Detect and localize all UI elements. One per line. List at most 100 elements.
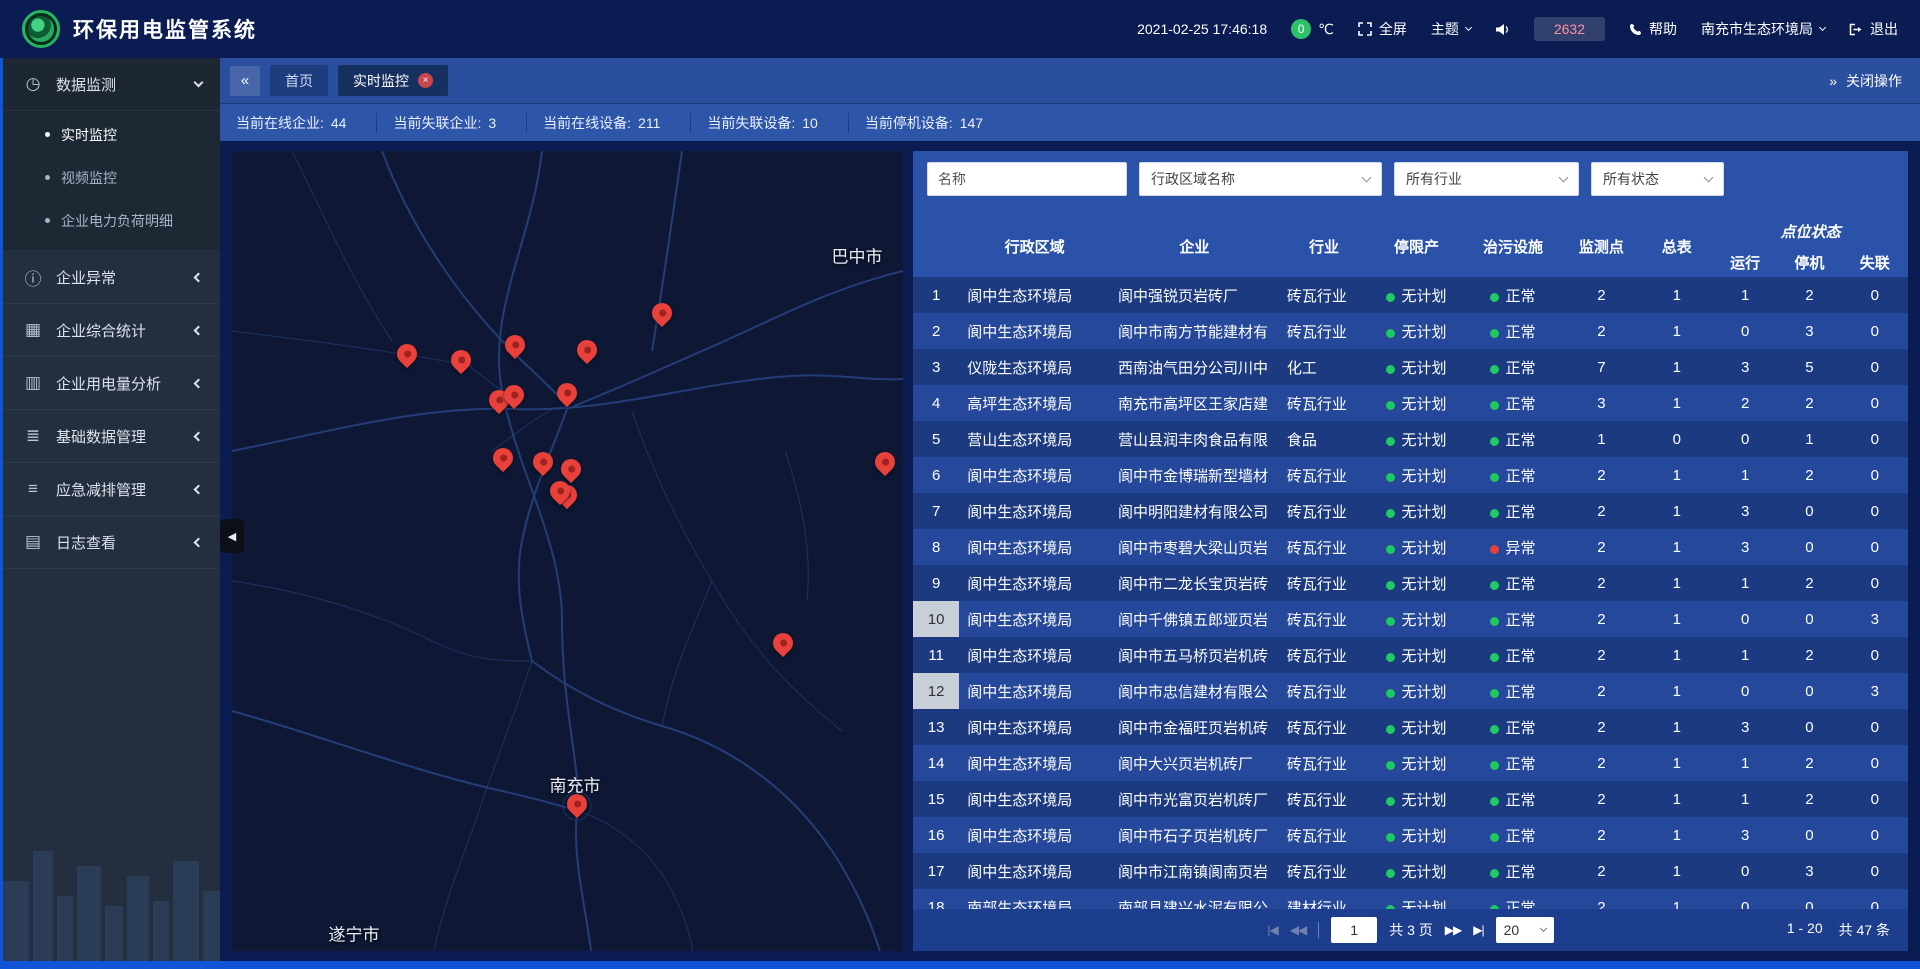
table-row[interactable]: 15阆中生态环境局阆中市光富页岩机砖厂砖瓦行业无计划正常21120: [913, 781, 1908, 817]
tab-realtime-monitor[interactable]: 实时监控 ×: [338, 65, 448, 96]
alert-count-badge[interactable]: 2632: [1534, 17, 1605, 41]
table-row[interactable]: 8阆中生态环境局阆中市枣碧大梁山页岩砖瓦行业无计划异常21300: [913, 529, 1908, 565]
first-page-button[interactable]: |◀: [1267, 923, 1277, 937]
stat-value: 211: [638, 115, 660, 131]
table-row[interactable]: 12阆中生态环境局阆中市忠信建材有限公砖瓦行业无计划正常21003: [913, 673, 1908, 709]
total-meters-cell: 1: [1641, 529, 1713, 565]
tab-close-icon[interactable]: ×: [418, 73, 433, 88]
company-cell: 阆中市二龙长宝页岩砖: [1110, 565, 1279, 601]
sidebar-group-log-view[interactable]: ▤ 日志查看: [3, 516, 220, 569]
status-dot: [1386, 545, 1395, 554]
total-meters-cell: 1: [1641, 349, 1713, 385]
next-page-button[interactable]: ▶▶: [1445, 923, 1461, 937]
table-row[interactable]: 13阆中生态环境局阆中市金福旺页岩机砖砖瓦行业无计划正常21300: [913, 709, 1908, 745]
company-cell: 阆中市枣碧大梁山页岩: [1110, 529, 1279, 565]
region-cell: 阆中生态环境局: [959, 709, 1110, 745]
table-row[interactable]: 14阆中生态环境局阆中大兴页岩机砖厂砖瓦行业无计划正常21120: [913, 745, 1908, 781]
running-count-cell: 3: [1713, 349, 1777, 385]
table-row[interactable]: 6阆中生态环境局阆中市金博瑞新型墙材砖瓦行业无计划正常21120: [913, 457, 1908, 493]
table-row[interactable]: 11阆中生态环境局阆中市五马桥页岩机砖砖瓦行业无计划正常21120: [913, 637, 1908, 673]
running-count-cell: 3: [1713, 493, 1777, 529]
table-row[interactable]: 17阆中生态环境局阆中市江南镇阆南页岩砖瓦行业无计划正常21030: [913, 853, 1908, 889]
sidebar-item-power-load-detail[interactable]: 企业电力负荷明细: [3, 199, 220, 242]
logout-button[interactable]: 退出: [1849, 19, 1898, 39]
table-header: 行政区域 企业 行业 停限产 治污设施 监测点 总表 点位状态 运行: [913, 207, 1908, 277]
table-row[interactable]: 3仪陇生态环境局西南油气田分公司川中化工无计划正常71350: [913, 349, 1908, 385]
fullscreen-button[interactable]: 全屏: [1358, 19, 1407, 39]
announcement-button[interactable]: [1495, 23, 1510, 36]
map-canvas[interactable]: 巴中市南充市遂宁市: [232, 151, 903, 951]
map-collapse-button[interactable]: ◀: [220, 519, 244, 553]
stat-label: 当前失联设备:: [707, 113, 795, 133]
close-operations-button[interactable]: » 关闭操作: [1829, 71, 1910, 91]
sidebar-item-label: 企业电力负荷明细: [61, 211, 173, 231]
header-region[interactable]: 行政区域: [959, 207, 1110, 277]
theme-dropdown[interactable]: 主题: [1431, 19, 1471, 39]
sidebar-group-company-statistics[interactable]: ▦ 企业综合统计: [3, 304, 220, 357]
facility-status-cell: 正常: [1464, 385, 1562, 421]
header-facility[interactable]: 治污设施: [1464, 207, 1562, 277]
header-meters[interactable]: 总表: [1641, 207, 1713, 277]
header-industry[interactable]: 行业: [1279, 207, 1369, 277]
table-row[interactable]: 7阆中生态环境局阆中明阳建材有限公司砖瓦行业无计划正常21300: [913, 493, 1908, 529]
monitor-points-cell: 1: [1562, 421, 1640, 457]
running-count-cell: 1: [1713, 637, 1777, 673]
facility-status-cell: 正常: [1464, 421, 1562, 457]
table-row[interactable]: 18南部生态环境局南部县建兴水泥有限公建材行业无计划正常21000: [913, 889, 1908, 909]
header-lost[interactable]: 失联: [1842, 247, 1908, 277]
sidebar-item-realtime-monitor[interactable]: 实时监控: [3, 113, 220, 156]
prev-page-button[interactable]: ◀◀: [1290, 923, 1306, 937]
help-button[interactable]: 帮助: [1629, 19, 1677, 39]
sidebar-group-company-abnormal[interactable]: ⓘ 企业异常: [3, 251, 220, 304]
page-number-input[interactable]: [1331, 917, 1377, 943]
row-number-cell: 14: [913, 745, 959, 781]
fullscreen-icon: [1358, 22, 1372, 36]
sidebar-group-power-analysis[interactable]: ▥ 企业用电量分析: [3, 357, 220, 410]
status-dot: [1386, 653, 1395, 662]
status-dot: [1386, 617, 1395, 626]
weather-widget: 0 ℃: [1291, 19, 1334, 39]
running-count-cell: 0: [1713, 889, 1777, 909]
industry-filter-select[interactable]: 所有行业: [1394, 162, 1579, 196]
header-company[interactable]: 企业: [1110, 207, 1279, 277]
stopped-count-cell: 3: [1777, 853, 1841, 889]
chevron-down-icon: [1819, 24, 1826, 31]
header-limit[interactable]: 停限产: [1369, 207, 1463, 277]
region-filter-select[interactable]: 行政区域名称: [1139, 162, 1382, 196]
page-size-select[interactable]: 20: [1496, 917, 1554, 943]
sidebar-group-data-monitor[interactable]: ◷ 数据监测: [3, 58, 220, 111]
sidebar-group-base-data[interactable]: ≣ 基础数据管理: [3, 410, 220, 463]
status-dot: [1490, 869, 1499, 878]
tab-home[interactable]: 首页: [270, 65, 328, 96]
table-row[interactable]: 1阆中生态环境局阆中强锐页岩砖厂砖瓦行业无计划正常21120: [913, 277, 1908, 313]
limit-production-cell: 无计划: [1369, 781, 1463, 817]
name-filter-input[interactable]: [927, 162, 1127, 196]
total-meters-cell: 1: [1641, 601, 1713, 637]
table-row[interactable]: 16阆中生态环境局阆中市石子页岩机砖厂砖瓦行业无计划正常21300: [913, 817, 1908, 853]
sidebar-item-video-monitor[interactable]: 视频监控: [3, 156, 220, 199]
industry-cell: 砖瓦行业: [1279, 277, 1369, 313]
bullet-icon: [45, 175, 50, 180]
table-row[interactable]: 2阆中生态环境局阆中市南方节能建材有砖瓦行业无计划正常21030: [913, 313, 1908, 349]
sidebar-group-label: 日志查看: [56, 532, 182, 553]
map-panel: 巴中市南充市遂宁市 ◀: [232, 151, 903, 951]
header-points[interactable]: 监测点: [1562, 207, 1640, 277]
table-row[interactable]: 4高坪生态环境局南充市高坪区王家店建砖瓦行业无计划正常31220: [913, 385, 1908, 421]
table-row[interactable]: 9阆中生态环境局阆中市二龙长宝页岩砖砖瓦行业无计划正常21120: [913, 565, 1908, 601]
table-row[interactable]: 5营山生态环境局营山县润丰肉食品有限食品无计划正常10010: [913, 421, 1908, 457]
company-cell: 南充市高坪区王家店建: [1110, 385, 1279, 421]
chart-grid-icon: ▦: [23, 320, 43, 340]
table-row[interactable]: 10阆中生态环境局阆中千佛镇五郎垭页岩砖瓦行业无计划正常21003: [913, 601, 1908, 637]
sidebar-group-emergency-reduction[interactable]: ≡ 应急减排管理: [3, 463, 220, 516]
header-stop[interactable]: 停机: [1777, 247, 1841, 277]
last-page-button[interactable]: ▶|: [1473, 923, 1483, 937]
header-run[interactable]: 运行: [1713, 247, 1777, 277]
collapse-left-icon: ◀: [228, 530, 236, 543]
sidebar-group-label: 企业用电量分析: [56, 373, 182, 394]
sidebar-group-label: 企业综合统计: [56, 320, 182, 341]
map-city-label: 南充市: [550, 772, 601, 797]
org-dropdown[interactable]: 南充市生态环境局: [1701, 19, 1825, 39]
status-filter-select[interactable]: 所有状态: [1591, 162, 1724, 196]
limit-production-cell: 无计划: [1369, 889, 1463, 909]
tabs-scroll-left-button[interactable]: «: [230, 66, 260, 96]
